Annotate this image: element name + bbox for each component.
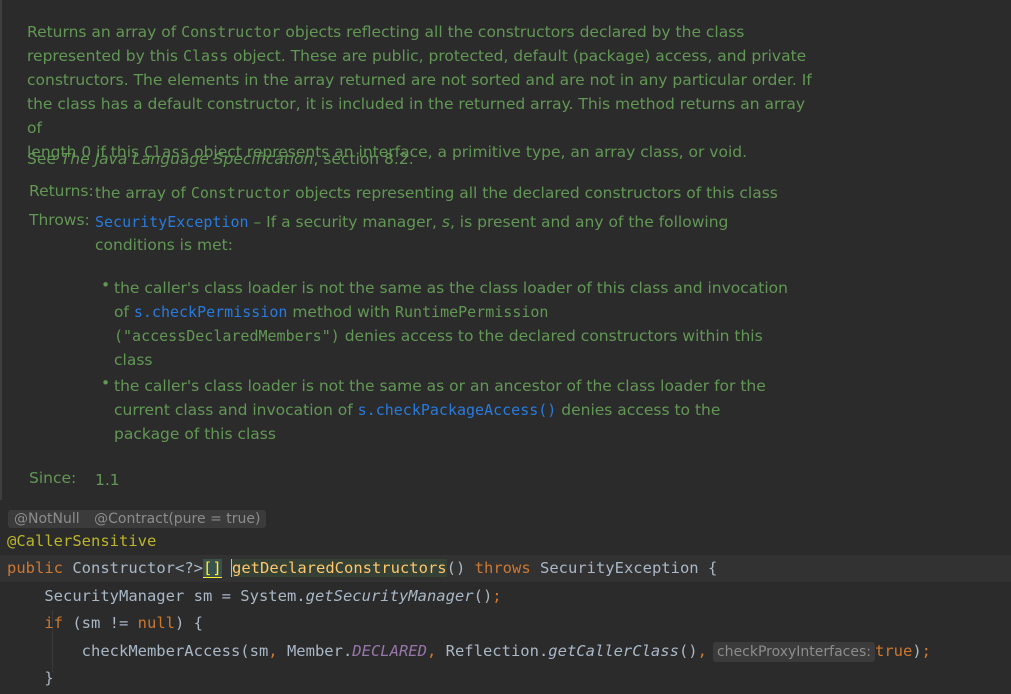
jls-title: The Java Language Specification [60,150,314,168]
code-line-close-brace[interactable]: } [0,665,1011,692]
parameter-hint: checkProxyInterfaces: [712,642,875,662]
check-permission-link[interactable]: s.checkPermission [134,303,288,321]
code-line-annotation[interactable]: @CallerSensitive [0,528,1011,555]
method-name[interactable]: getDeclaredConstructors [232,559,447,577]
bullet-2-marker: • [101,374,111,392]
since-value: 1.1 [95,471,120,489]
bullet-2: the caller's class loader is not the sam… [114,377,766,443]
doc-line-1: Returns an array of Constructor objects … [27,23,745,41]
throws-label: Throws: [29,211,90,229]
returns-text: the array of Constructor objects represe… [95,184,778,202]
notnull-hint: @NotNull [14,511,80,527]
doc-line-4: the class has a default constructor, it … [27,95,806,137]
contract-hint: @Contract(pure = true) [94,511,261,527]
doc-line-3: constructors. The elements in the array … [27,71,812,89]
doc-line-2: represented by this Class object. These … [27,47,807,65]
throws-text: SecurityException – If a security manage… [95,213,729,254]
doc-description: Returns an array of Constructor objects … [27,20,817,164]
since-label: Since: [29,469,77,487]
annotation-hints: @NotNull @Contract(pure = true) [8,510,267,528]
code-line-check-member-access[interactable]: checkMemberAccess(sm, Member.DECLARED, R… [0,638,1011,665]
bullet-1: the caller's class loader is not the sam… [114,279,788,369]
security-exception-link[interactable]: SecurityException [95,213,249,231]
bullet-1-marker: • [101,276,111,294]
returns-label: Returns: [29,182,94,200]
doc-see-also: See The Java Language Specification, sec… [27,150,414,168]
check-package-access-link[interactable]: s.checkPackageAccess() [358,401,557,419]
javadoc-popup: Returns an array of Constructor objects … [0,0,1011,500]
code-line-signature[interactable]: public Constructor<?>[] getDeclaredConst… [0,555,1011,582]
matched-brackets: [] [202,559,222,578]
code-line-security-manager[interactable]: SecurityManager sm = System.getSecurityM… [0,583,1011,610]
code-line-if[interactable]: if (sm != null) { [0,610,1011,637]
